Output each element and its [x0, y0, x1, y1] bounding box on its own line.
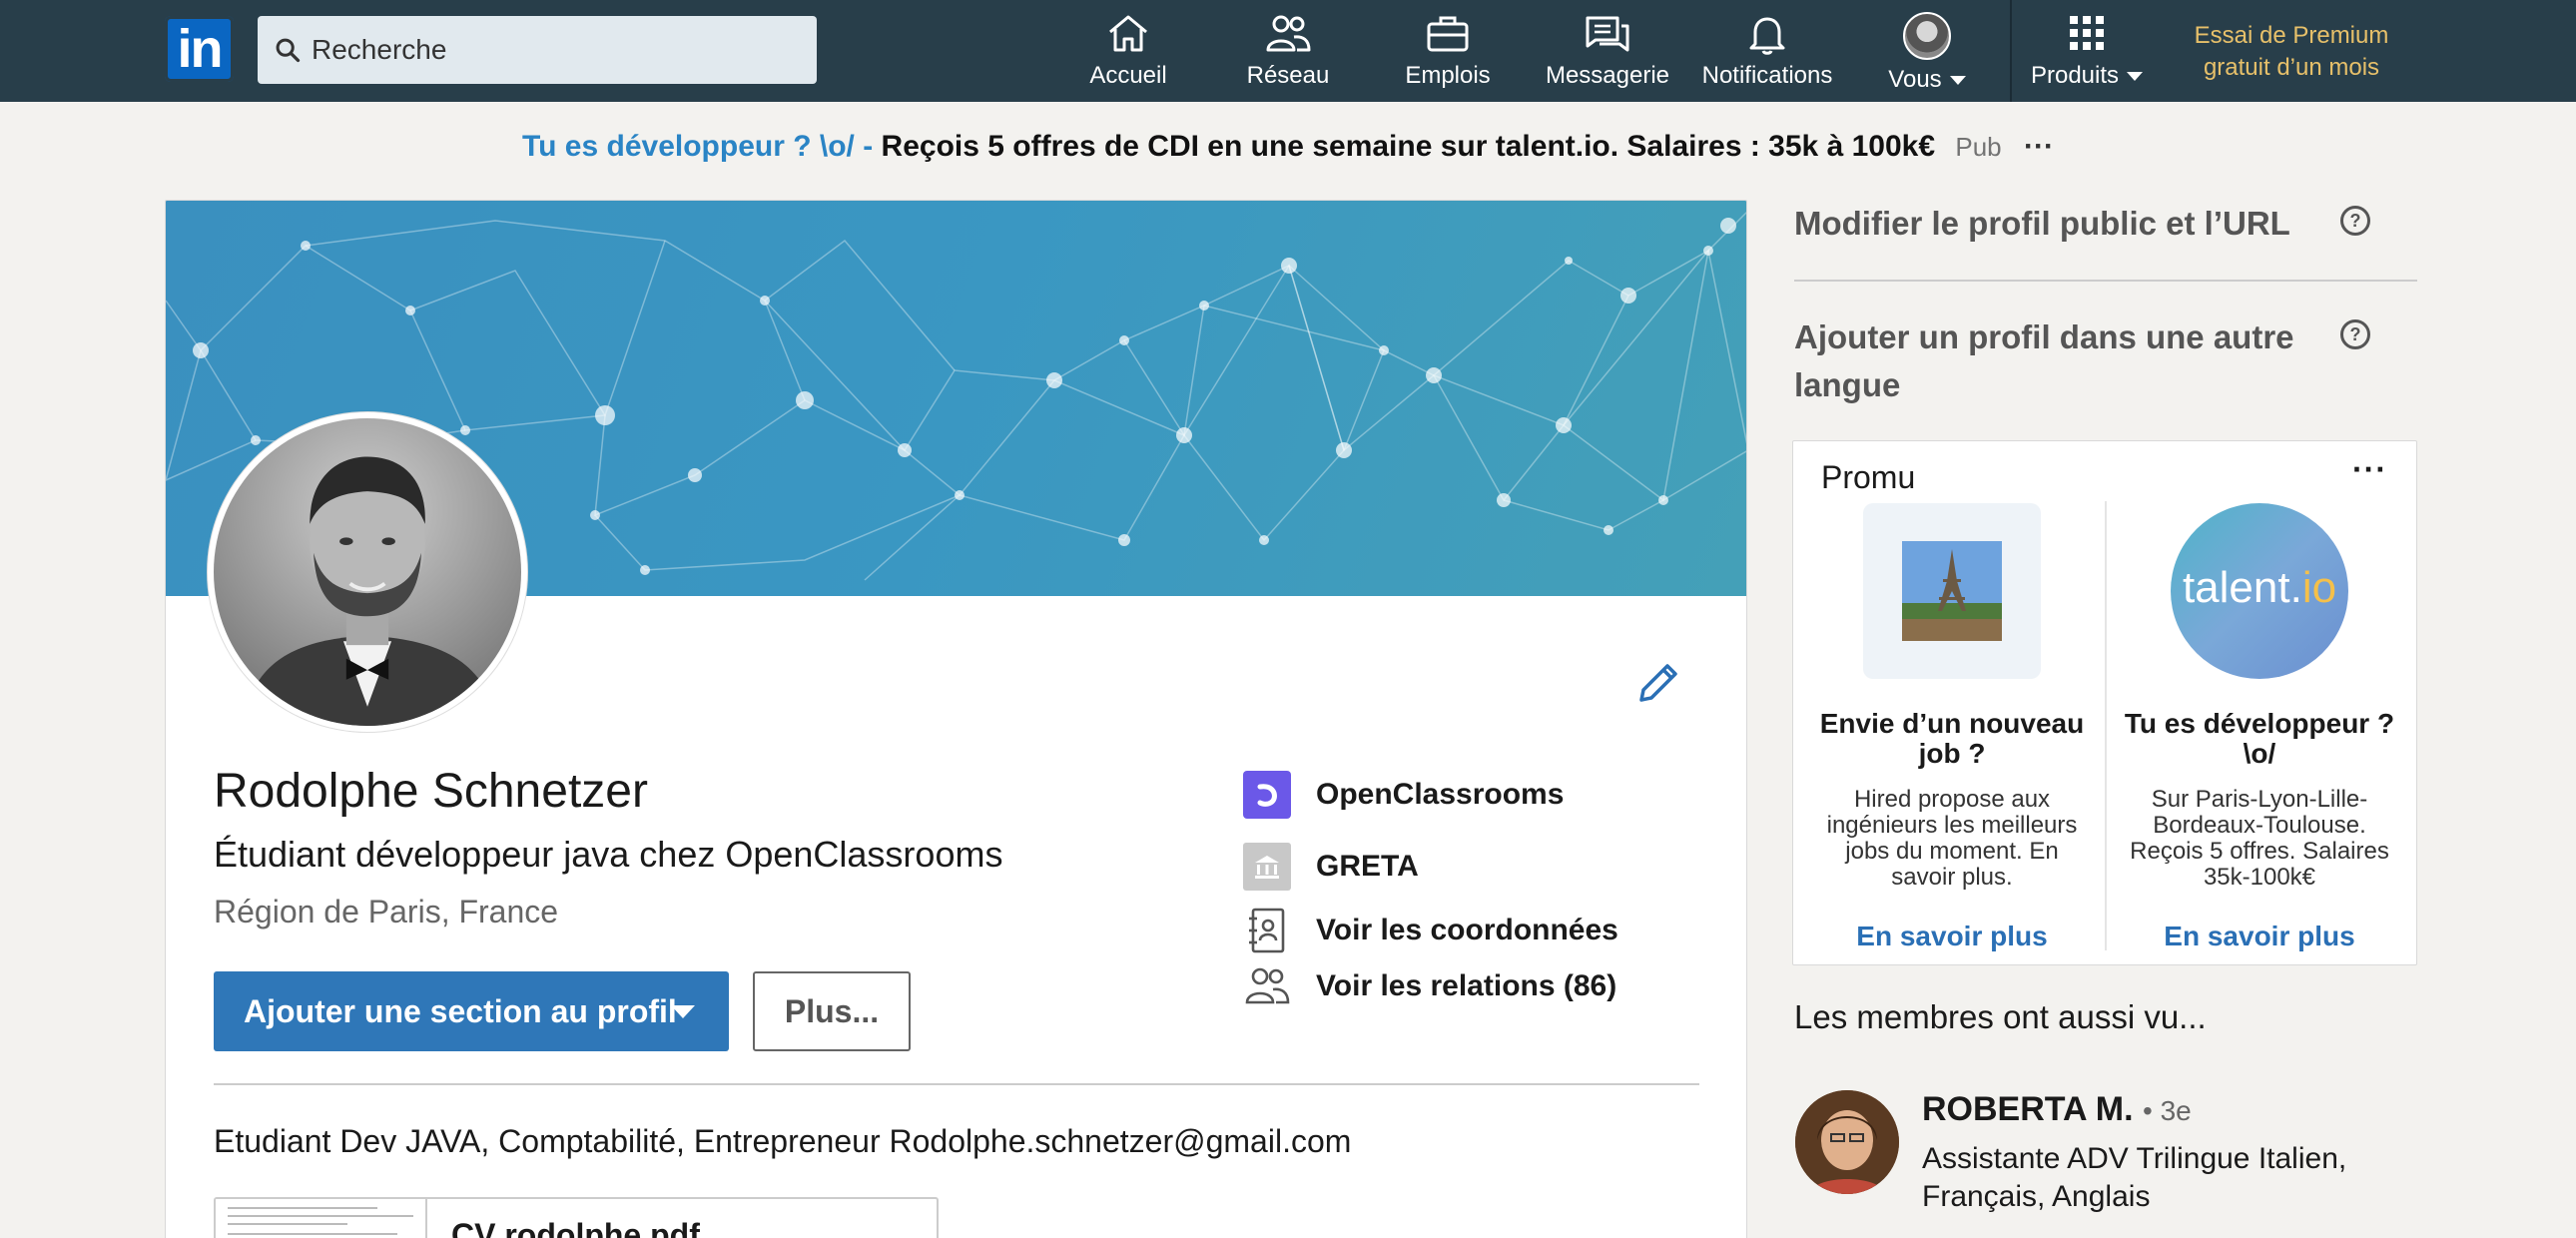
promoted-column-divider [2105, 501, 2107, 950]
promoted-panel: Promu ··· Envie d’un nouveau job ? Hired… [1792, 440, 2417, 965]
member-name: ROBERTA M. [1922, 1090, 2134, 1128]
sidebar-divider [1794, 280, 2417, 282]
add-profile-section-label: Ajouter une section au profil [244, 992, 677, 1029]
promoted-title: Promu [1821, 459, 1916, 495]
talent-io-logo: talent.io [2171, 503, 2348, 679]
nav-item-network[interactable]: Réseau [1238, 12, 1338, 96]
search-input[interactable] [312, 16, 801, 84]
promoted-more-icon[interactable]: ··· [2352, 451, 2387, 488]
school-icon [1242, 842, 1292, 892]
contact-info-label: Voir les coordonnées [1316, 914, 1618, 946]
profile-location: Région de Paris, France [214, 894, 559, 929]
ad-pub-label: Pub [1955, 132, 2002, 162]
profile-name: Rodolphe Schnetzer [214, 765, 648, 818]
nav-label: Emplois [1405, 62, 1491, 89]
ad-highlight[interactable]: Tu es développeur ? \o/ - [522, 130, 873, 163]
nav-label: Accueil [1089, 62, 1167, 89]
connections-icon [1242, 961, 1292, 1011]
edit-public-profile-link[interactable]: Modifier le profil public et l’URL [1794, 200, 2313, 248]
connections-link[interactable]: Voir les relations (86) [1242, 961, 1616, 1011]
cv-document-attachment[interactable]: CV rodolphe.pdf [214, 1197, 939, 1238]
nav-item-me[interactable]: Vous [1877, 12, 1977, 96]
school-name: GRETA [1316, 850, 1419, 883]
nav-item-messaging[interactable]: Messagerie [1538, 12, 1677, 96]
profile-photo[interactable] [208, 412, 527, 732]
avatar [1903, 12, 1951, 60]
contact-card-icon [1242, 906, 1292, 955]
help-icon[interactable]: ? [2340, 206, 2370, 236]
top-navigation-bar: in Accueil Réseau Emplois [0, 0, 2576, 102]
ad-text[interactable]: Reçois 5 offres de CDI en une semaine su… [882, 130, 1935, 163]
promoted-heading: Tu es développeur ? \o/ [2124, 708, 2395, 769]
messaging-icon [1586, 16, 1629, 52]
add-profile-section-button[interactable]: Ajouter une section au profil [214, 971, 729, 1051]
profile-headline: Étudiant développeur java chez OpenClass… [214, 834, 1003, 875]
more-button[interactable]: Plus... [753, 971, 911, 1051]
chevron-down-icon [1949, 76, 1966, 86]
profile-summary: Etudiant Dev JAVA, Comptabilité, Entrepr… [214, 1123, 1352, 1159]
document-thumbnail [216, 1199, 427, 1238]
nav-item-notifications[interactable]: Notifications [1692, 12, 1842, 96]
profile-photo-image [214, 418, 521, 726]
member-degree: • 3e [2143, 1095, 2192, 1126]
premium-line-2: gratuit d’un mois [2203, 54, 2380, 81]
promoted-item[interactable]: talent.io Tu es développeur ? \o/ Sur Pa… [2109, 503, 2410, 951]
nav-label: Notifications [1701, 62, 1833, 89]
sponsored-ad-banner[interactable]: Tu es développeur ? \o/ - Reçois 5 offre… [0, 130, 2576, 164]
openclassrooms-logo-icon [1242, 770, 1292, 820]
learn-more-link[interactable]: En savoir plus [1801, 921, 2103, 952]
promoted-item[interactable]: Envie d’un nouveau job ? Hired propose a… [1801, 503, 2103, 951]
help-icon[interactable]: ? [2340, 319, 2370, 349]
profile-card: Rodolphe Schnetzer Étudiant développeur … [165, 200, 1747, 1238]
nav-label: Produits [2030, 62, 2120, 89]
member-description: Assistante ADV Trilingue Italien, França… [1922, 1142, 2347, 1213]
premium-trial-link[interactable]: Essai de Premium gratuit d’un mois [2177, 20, 2406, 84]
nav-label: Messagerie [1545, 62, 1670, 89]
document-name: CV rodolphe.pdf [451, 1217, 700, 1238]
nav-label: Réseau [1246, 62, 1330, 89]
chevron-down-icon [2127, 72, 2144, 82]
talent-io-logo-suffix: io [2301, 563, 2337, 612]
school-link[interactable]: GRETA [1242, 842, 1419, 892]
home-icon [1109, 15, 1147, 52]
nav-label: Vous [1888, 66, 1942, 93]
promoted-description: Sur Paris-Lyon-Lille-Bordeaux-Toulouse. … [2130, 786, 2389, 891]
company-link[interactable]: OpenClassrooms [1242, 770, 1564, 820]
nav-item-jobs[interactable]: Emplois [1398, 12, 1498, 96]
company-name: OpenClassrooms [1316, 778, 1565, 811]
premium-line-1: Essai de Premium [2194, 22, 2389, 49]
section-divider [214, 1083, 1699, 1085]
chevron-down-icon [671, 1005, 695, 1018]
member-name-line[interactable]: ROBERTA M. • 3e [1922, 1090, 2192, 1129]
search-box[interactable] [258, 16, 817, 84]
network-icon [1266, 15, 1311, 52]
search-icon [276, 38, 301, 63]
briefcase-icon [1427, 16, 1469, 52]
nav-item-home[interactable]: Accueil [1078, 12, 1178, 96]
learn-more-link[interactable]: En savoir plus [2109, 921, 2410, 952]
nav-divider [2010, 0, 2012, 102]
add-language-profile-link[interactable]: Ajouter un profil dans une autre langue [1794, 313, 2313, 409]
promoted-heading: Envie d’un nouveau job ? [1819, 708, 2085, 769]
nav-item-products[interactable]: Produits [2017, 12, 2157, 96]
eiffel-tower-image [1863, 503, 2041, 679]
talent-io-logo-text: talent. [2182, 563, 2302, 612]
also-viewed-title: Les membres ont aussi vu... [1794, 998, 2207, 1035]
grid-icon [2070, 16, 2104, 50]
member-avatar[interactable] [1795, 1090, 1899, 1194]
contact-info-link[interactable]: Voir les coordonnées [1242, 906, 1618, 955]
connections-label: Voir les relations (86) [1316, 969, 1617, 1002]
promoted-description: Hired propose aux ingénieurs les meilleu… [1826, 786, 2078, 891]
edit-pencil-icon[interactable] [1633, 658, 1683, 708]
bell-icon [1749, 17, 1785, 55]
linkedin-logo[interactable]: in [165, 16, 234, 82]
ad-more-icon[interactable]: ··· [2024, 130, 2054, 163]
